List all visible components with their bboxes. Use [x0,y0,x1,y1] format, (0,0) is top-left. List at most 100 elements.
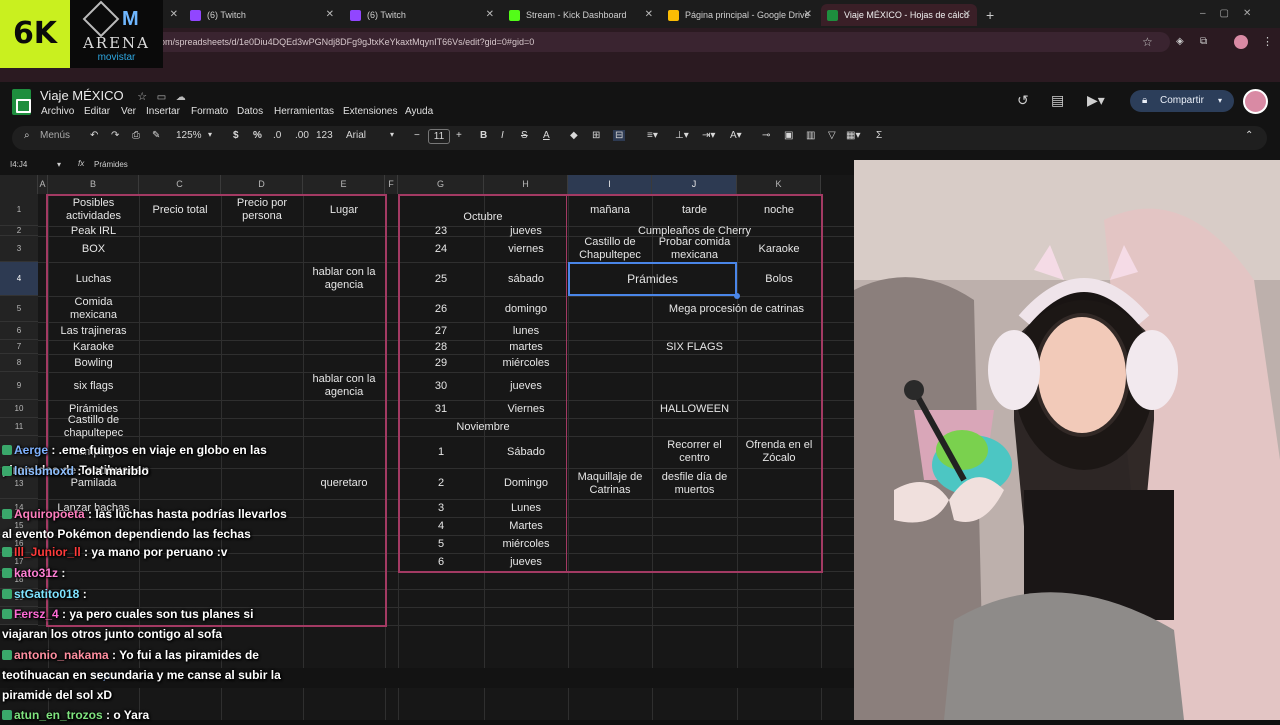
move-folder-icon[interactable]: ▭ [157,92,166,103]
filter-views-icon[interactable]: ▦▾ [846,130,860,141]
menu-editar[interactable]: Editar [84,106,110,117]
font-select[interactable]: Arial [346,130,366,141]
close-icon[interactable]: ✕ [963,9,971,20]
italic-icon[interactable]: I [501,130,504,141]
history-icon[interactable]: ↺ [1017,92,1029,109]
zoom-select[interactable]: 125% [176,130,202,141]
window-controls[interactable]: –▢✕ [1200,8,1265,19]
filter-icon[interactable]: ▽ [828,130,836,141]
borders-icon[interactable]: ⊞ [592,130,600,141]
insert-chart-icon[interactable]: ▥ [806,130,815,141]
browser-tab-kick[interactable]: Stream - Kick Dashboard ✕ [503,4,659,26]
chevron-down-icon[interactable]: ▾ [208,130,212,139]
text-rotation-icon[interactable]: A▾ [730,130,742,141]
new-tab-button[interactable]: + [980,4,1000,26]
column-header-f[interactable]: F [385,175,398,194]
formula-input[interactable]: Prámides [94,160,128,169]
column-header-j[interactable]: J [652,175,737,194]
percent-button[interactable]: % [253,130,262,141]
close-icon[interactable]: ✕ [645,9,653,20]
column-header-i[interactable]: I [568,175,652,194]
row-header-5[interactable]: 5 [0,296,38,322]
cloud-status-icon[interactable]: ☁ [176,92,186,103]
menu-formato[interactable]: Formato [191,106,228,117]
functions-icon[interactable]: Σ [876,130,882,141]
text-wrap-icon[interactable]: ⇥▾ [702,130,715,141]
tab-close-icon[interactable]: ✕ [166,4,178,26]
row-header-1[interactable]: 1 [0,194,38,226]
menu-archivo[interactable]: Archivo [41,106,74,117]
insert-link-icon[interactable]: ⊸ [762,130,770,141]
column-header-a[interactable]: A [38,175,48,194]
corner-select-all[interactable] [0,175,38,194]
chat-username[interactable]: antonio_nakama [14,648,109,662]
puzzle-icon[interactable]: ⧉ [1200,36,1207,47]
extension-icon[interactable]: ◈ [1176,36,1184,47]
redo-icon[interactable]: ↷ [111,130,119,141]
row-header-6[interactable]: 6 [0,322,38,340]
row-header-4[interactable]: 4 [0,262,38,296]
search-icon[interactable]: ⌕ [24,130,30,141]
font-size-decrease-icon[interactable]: − [414,130,420,141]
row-header-7[interactable]: 7 [0,340,38,354]
browser-menu-icon[interactable]: ⋮ [1262,35,1273,48]
document-title[interactable]: Viaje MÉXICO ☆ ▭ ☁ [40,88,186,103]
insert-comment-icon[interactable]: ▣ [784,130,793,141]
chat-username[interactable]: Fersz_4 [14,607,59,621]
sheets-logo-icon[interactable] [12,89,31,115]
column-header-b[interactable]: B [48,175,139,194]
column-header-h[interactable]: H [484,175,568,194]
print-icon[interactable]: ⎙ [132,130,140,141]
column-header-e[interactable]: E [303,175,385,194]
align-horizontal-icon[interactable]: ≡▾ [647,130,658,141]
menu-insertar[interactable]: Insertar [146,106,180,117]
close-icon[interactable]: ✕ [486,9,494,20]
profile-avatar[interactable] [1234,35,1248,49]
text-color-icon[interactable]: A [543,130,550,141]
collapse-menus-icon[interactable]: ⌃ [1245,130,1253,141]
fill-color-icon[interactable]: ◆ [570,130,578,141]
currency-button[interactable]: $ [233,130,239,141]
fill-handle[interactable] [734,293,740,299]
name-box[interactable]: I4:J4 [10,160,27,169]
row-header-2[interactable]: 2 [0,226,38,236]
row-header-9[interactable]: 9 [0,372,38,400]
chat-username[interactable]: luisbmoxd [14,464,74,478]
row-header-10[interactable]: 10 [0,400,38,418]
increase-decimal-button[interactable]: .00 [295,130,309,141]
paint-format-icon[interactable]: ✎ [152,130,160,141]
strikethrough-icon[interactable]: S [521,130,528,141]
column-header-g[interactable]: G [398,175,484,194]
menu-extensiones[interactable]: Extensiones [343,106,397,117]
merge-cells-icon[interactable]: ⊟ [613,130,626,141]
browser-tab-twitch-2[interactable]: (6) Twitch ✕ [344,4,500,26]
browser-tab-twitch-1[interactable]: (6) Twitch ✕ [184,4,340,26]
column-header-k[interactable]: K [737,175,821,194]
share-button[interactable]: 🔒︎ Compartir ▾ [1130,90,1234,112]
star-icon[interactable]: ☆ [137,91,147,103]
avatar[interactable] [1243,89,1268,114]
menus-search-input[interactable]: Menús [40,130,70,141]
browser-tab-sheets[interactable]: Viaje MÉXICO - Hojas de cálcu ✕ [821,4,977,26]
font-size-increase-icon[interactable]: + [456,130,462,141]
column-header-d[interactable]: D [221,175,303,194]
chat-username[interactable]: Aquiropoeta [14,507,85,521]
url-field[interactable]: om/spreadsheets/d/1e0Diu4DQEd3wPGNdj8DFg… [150,32,1170,52]
close-icon[interactable]: ✕ [326,9,334,20]
close-icon[interactable]: ✕ [804,9,812,20]
title-text[interactable]: Viaje MÉXICO [40,88,124,103]
chat-username[interactable]: kato31z [14,566,58,580]
menu-datos[interactable]: Datos [237,106,263,117]
meet-icon[interactable]: ▶▾ [1087,92,1105,109]
bookmark-star-icon[interactable]: ☆ [1142,35,1153,49]
menu-ayuda[interactable]: Ayuda [405,106,433,117]
row-header-8[interactable]: 8 [0,354,38,372]
chat-username[interactable]: stGatito018 [14,587,79,601]
menu-ver[interactable]: Ver [121,106,136,117]
browser-tab-drive[interactable]: Página principal - Google Drive ✕ [662,4,818,26]
comments-icon[interactable]: ▤ [1051,92,1064,109]
row-header-11[interactable]: 11 [0,418,38,436]
number-format-button[interactable]: 123 [316,130,333,141]
chevron-down-icon[interactable]: ▾ [57,160,61,169]
row-header-3[interactable]: 3 [0,236,38,262]
